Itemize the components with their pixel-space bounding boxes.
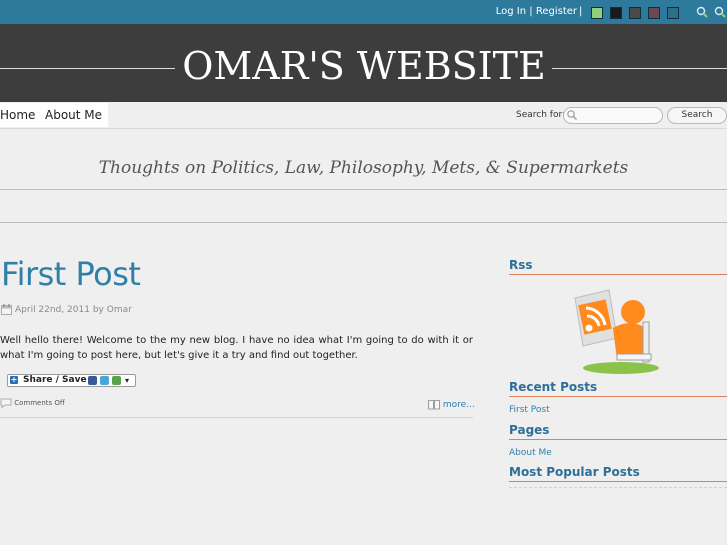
theme-swatch-brown[interactable] xyxy=(648,7,660,19)
post-title[interactable]: First Post xyxy=(1,255,141,293)
header-rule-left xyxy=(0,68,175,69)
zoom-in-icon[interactable] xyxy=(696,6,708,18)
theme-swatch-teal[interactable] xyxy=(667,7,679,19)
theme-swatch-gray[interactable] xyxy=(629,7,641,19)
site-tagline: Thoughts on Politics, Law, Philosophy, M… xyxy=(98,158,629,178)
page: Log In | Register | OMAR'S WEBSITE Home … xyxy=(0,0,727,545)
sidebar-heading-pages: Pages xyxy=(509,423,550,437)
search-input[interactable] xyxy=(563,107,663,124)
theme-swatch-green[interactable] xyxy=(591,7,603,19)
comment-icon xyxy=(0,398,12,409)
site-title[interactable]: OMAR'S WEBSITE xyxy=(177,42,551,90)
tagline-rule-bottom xyxy=(0,222,727,223)
recent-post-link[interactable]: First Post xyxy=(509,405,550,415)
zoom-out-icon[interactable] xyxy=(714,6,726,18)
rss-reader-illustration[interactable] xyxy=(573,288,663,376)
sidebar-rule xyxy=(509,274,727,275)
sidebar-rule xyxy=(509,396,727,397)
facebook-icon[interactable] xyxy=(88,376,97,385)
search-label: Search for: xyxy=(516,110,566,120)
login-separator: | xyxy=(529,6,533,17)
comments-label: Comments Off xyxy=(14,399,65,407)
site-header: OMAR'S WEBSITE xyxy=(0,24,727,102)
top-bar: Log In | Register | xyxy=(0,0,727,24)
post-date: April 22nd, 2011 xyxy=(15,305,90,315)
page-link-about-me[interactable]: About Me xyxy=(509,448,552,458)
sidebar-rule xyxy=(509,439,727,440)
login-link[interactable]: Log In xyxy=(496,6,526,17)
sidebar-heading-recent-posts: Recent Posts xyxy=(509,380,598,394)
comments-status: Comments Off xyxy=(0,398,65,409)
post-author[interactable]: Omar xyxy=(107,305,132,315)
sidebar-dashed-divider xyxy=(509,487,727,489)
book-icon xyxy=(428,400,440,410)
theme-swatch-black[interactable] xyxy=(610,7,622,19)
nav-item-home[interactable]: Home xyxy=(0,108,35,122)
sidebar-rule xyxy=(509,481,727,482)
register-link[interactable]: Register xyxy=(536,6,577,17)
share-arrows-icon[interactable] xyxy=(112,376,121,385)
topbar-separator: | xyxy=(579,6,583,17)
nav-menu: Home About Me xyxy=(0,103,108,127)
header-rule-right xyxy=(552,68,727,69)
post-meta: April 22nd, 2011 by Omar xyxy=(1,304,132,315)
nav-item-about-me[interactable]: About Me xyxy=(45,108,102,122)
post-by: by xyxy=(92,305,104,315)
twitter-icon[interactable] xyxy=(100,376,109,385)
sidebar-heading-rss: Rss xyxy=(509,258,533,272)
add-icon: + xyxy=(10,375,18,384)
share-save-button[interactable]: + Share / Save ▾ xyxy=(7,374,136,387)
read-more-label: more... xyxy=(442,400,475,410)
tagline-rule-top xyxy=(0,189,727,190)
nav-bar: Home About Me Search for: Search xyxy=(0,102,727,129)
calendar-icon xyxy=(1,304,12,315)
post-divider xyxy=(0,417,473,418)
share-label: Share / Save xyxy=(23,375,87,385)
sidebar-heading-most-popular: Most Popular Posts xyxy=(509,465,640,479)
search-button[interactable]: Search xyxy=(667,107,727,124)
read-more-link[interactable]: more... xyxy=(428,399,475,410)
search-icon xyxy=(567,110,577,120)
post-body: Well hello there! Welcome to the my new … xyxy=(0,335,473,361)
account-links: Log In | Register xyxy=(496,6,577,17)
dropdown-icon[interactable]: ▾ xyxy=(125,375,129,386)
